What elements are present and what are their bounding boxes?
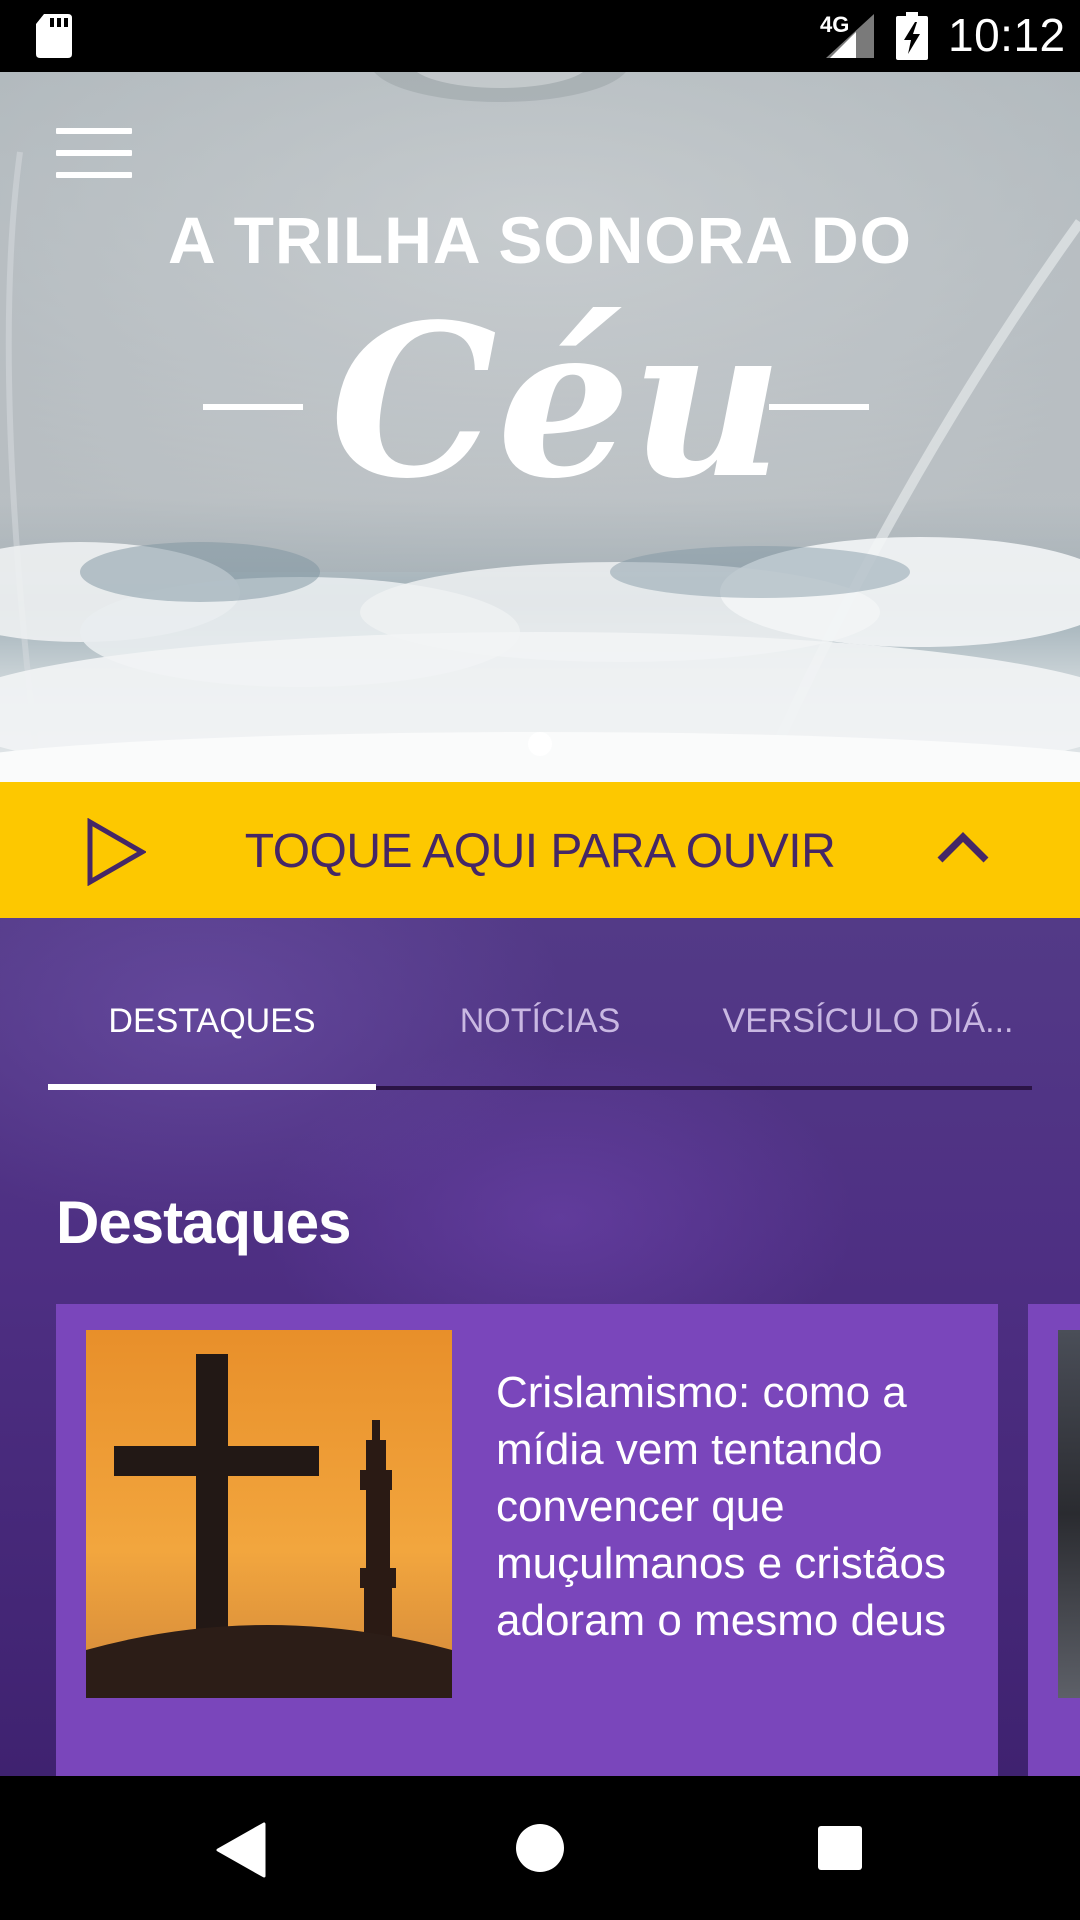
- play-icon[interactable]: [86, 818, 146, 886]
- menu-icon[interactable]: [56, 128, 132, 184]
- card-title[interactable]: Crislamismo: como a mídia vem tentando c…: [496, 1364, 976, 1649]
- tab-indicator: [48, 1084, 376, 1090]
- featured-card[interactable]: Crislamismo: como a mídia vem tentando c…: [56, 1304, 998, 1776]
- tab-bar: DESTAQUES NOTÍCIAS VERSÍCULO DIÁ...: [48, 1002, 1032, 1072]
- main-content: DESTAQUES NOTÍCIAS VERSÍCULO DIÁ... Dest…: [0, 918, 1080, 1776]
- tab-noticias[interactable]: NOTÍCIAS: [376, 1002, 704, 1041]
- clock: 10:12: [948, 9, 1066, 61]
- back-icon[interactable]: [216, 1822, 266, 1878]
- next-card-peek[interactable]: [1028, 1304, 1080, 1776]
- status-bar: 4G 10:12: [0, 0, 1080, 72]
- tab-versiculo[interactable]: VERSÍCULO DIÁ...: [704, 1002, 1032, 1041]
- next-card-thumbnail: [1058, 1330, 1080, 1698]
- hero-script-word: Céu: [330, 278, 784, 525]
- hero-title: A TRILHA SONORA DO: [168, 203, 912, 277]
- signal-icon: [826, 14, 874, 58]
- section-title: Destaques: [56, 1189, 351, 1256]
- hero-divider-right: [769, 404, 869, 410]
- battery-charging-icon: [896, 12, 928, 60]
- recent-apps-icon[interactable]: [818, 1826, 862, 1870]
- hero-banner[interactable]: A TRILHA SONORA DO Céu: [0, 72, 1080, 782]
- card-thumbnail: [86, 1330, 452, 1698]
- hero-divider-left: [203, 404, 303, 410]
- system-nav-bar: [0, 1776, 1080, 1920]
- home-icon[interactable]: [516, 1824, 564, 1872]
- tab-destaques[interactable]: DESTAQUES: [48, 1002, 376, 1041]
- carousel-indicator-dot[interactable]: [528, 732, 552, 756]
- player-label[interactable]: TOQUE AQUI PARA OUVIR: [200, 824, 880, 879]
- sd-card-icon: [36, 14, 72, 58]
- chevron-up-icon[interactable]: [936, 830, 990, 866]
- player-bar[interactable]: TOQUE AQUI PARA OUVIR: [0, 782, 1080, 918]
